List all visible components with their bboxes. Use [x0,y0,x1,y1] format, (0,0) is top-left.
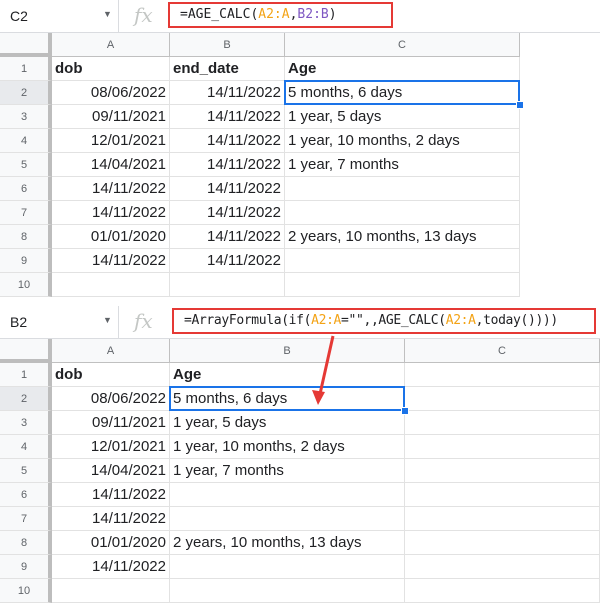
annotation-arrow-icon [312,335,335,405]
